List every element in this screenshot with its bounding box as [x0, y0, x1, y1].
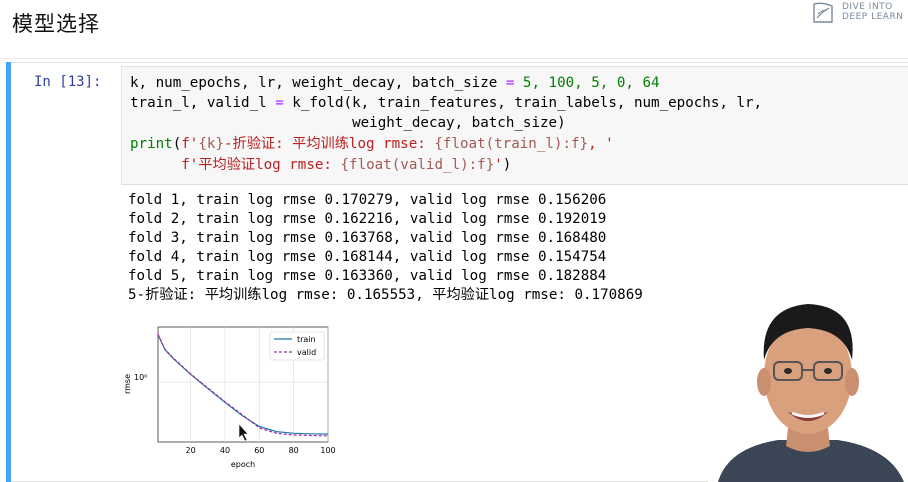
x-tick-label: 60	[254, 446, 264, 455]
code-line-2: train_l, valid_l = k_fold(k, train_featu…	[130, 93, 762, 113]
code-editor[interactable]: k, num_epochs, lr, weight_decay, batch_s…	[121, 66, 908, 185]
logo-text-line2: DEEP LEARN	[842, 12, 904, 22]
x-tick-label: 80	[289, 446, 299, 455]
header-divider	[0, 58, 908, 59]
slide-title: 模型选择	[12, 12, 100, 36]
output-line: fold 1, train log rmse 0.170279, valid l…	[128, 192, 607, 208]
code-token: train_l, valid_l	[130, 95, 276, 111]
code-paren: (	[172, 136, 182, 152]
dive-into-dl-logo-icon	[813, 2, 833, 23]
x-tick-label: 40	[220, 446, 230, 455]
output-summary-line: 5-折验证: 平均训练log rmse: 0.165553, 平均验证log r…	[128, 287, 643, 303]
presenter-video	[708, 290, 908, 482]
code-line-1: k, num_epochs, lr, weight_decay, batch_s…	[130, 73, 660, 93]
output-line: fold 5, train log rmse 0.163360, valid l…	[128, 268, 607, 284]
code-token: k, num_epochs, lr, weight_decay, batch_s…	[130, 75, 506, 91]
code-string: f'	[181, 136, 199, 152]
x-tick-label: 100	[320, 446, 335, 455]
code-token: k_fold(k, train_features, train_labels, …	[283, 95, 763, 111]
code-numbers: 5, 100, 5, 0, 64	[514, 75, 660, 91]
chart-legend: train valid	[269, 331, 325, 361]
x-axis-label: epoch	[231, 460, 255, 469]
code-fstring-field: {k}	[198, 136, 224, 152]
cell-prompt: In [13]:	[34, 74, 102, 90]
legend-label-valid: valid	[297, 348, 316, 357]
y-tick-label: 10⁰	[134, 373, 147, 382]
brand-logo: DIVE INTO DEEP LEARN	[812, 0, 908, 28]
code-paren: )	[502, 157, 512, 173]
y-axis-label: rmse	[123, 374, 132, 394]
code-fstring-field: {float(train_l):f}	[434, 136, 589, 152]
code-string: f'平均验证log rmse:	[181, 157, 341, 173]
output-line: fold 3, train log rmse 0.163768, valid l…	[128, 230, 607, 246]
code-line-3: weight_decay, batch_size)	[130, 115, 566, 131]
legend-label-train: train	[297, 335, 316, 344]
code-keyword: print	[130, 136, 173, 152]
code-line-5: f'平均验证log rmse: {float(valid_l):f}')	[130, 155, 511, 175]
code-string: , '	[588, 136, 614, 152]
x-tick-label: 20	[186, 446, 196, 455]
output-line: fold 2, train log rmse 0.162216, valid l…	[128, 211, 607, 227]
code-line-4: print(f'{k}-折验证: 平均训练log rmse: {float(tr…	[130, 134, 614, 154]
code-operator: =	[275, 95, 284, 111]
code-string: -折验证: 平均训练log rmse:	[223, 136, 435, 152]
logo-text-line1: DIVE INTO	[842, 2, 893, 12]
code-string: '	[494, 157, 503, 173]
rmse-line-chart: 20 40 60 80 100 rmse epoch 10⁰ train valid	[123, 326, 336, 469]
code-fstring-field: {float(valid_l):f}	[340, 157, 495, 173]
output-line: fold 4, train log rmse 0.168144, valid l…	[128, 249, 607, 265]
